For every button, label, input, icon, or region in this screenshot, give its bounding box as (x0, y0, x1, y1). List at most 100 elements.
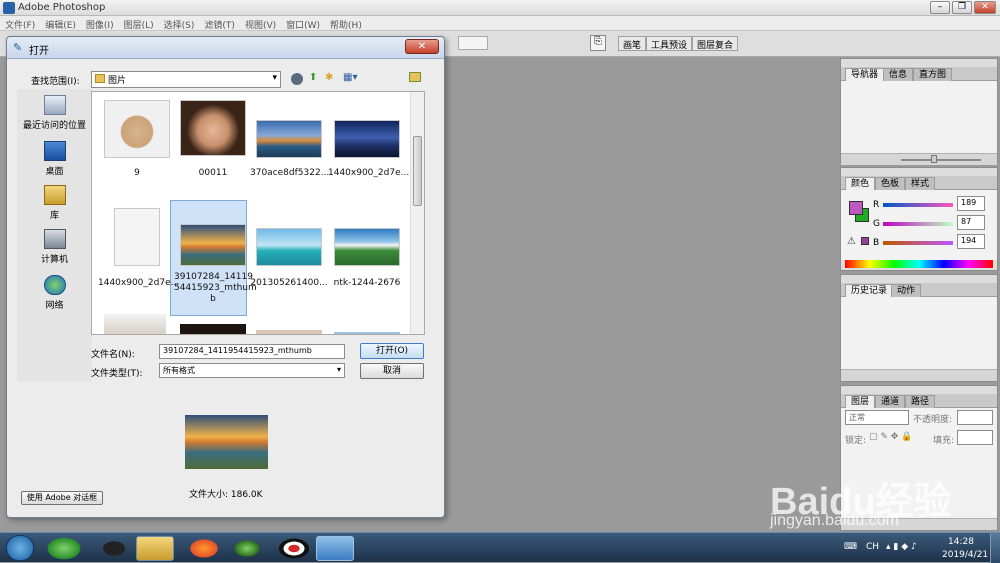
tab-layers[interactable]: 图层 (845, 395, 876, 408)
foreground-color-swatch[interactable] (849, 201, 863, 215)
file-thumb-ntk[interactable] (334, 228, 400, 266)
scrollbar-thumb[interactable] (413, 136, 422, 206)
file-thumb-partial-4[interactable] (334, 332, 400, 334)
maximize-button[interactable]: ❐ (952, 1, 972, 14)
palette-well-icon[interactable]: ⎘ (590, 35, 606, 51)
taskbar-firefox-icon[interactable] (185, 536, 223, 561)
library-icon (43, 185, 66, 205)
taskbar-record-icon[interactable] (275, 536, 313, 561)
navigator-preview (841, 81, 997, 153)
color-panel: 颜色 色板 样式 R 189 G 87 ⚠ B 194 (840, 167, 998, 271)
menu-layer[interactable]: 图层(L) (119, 16, 159, 31)
new-folder-icon[interactable]: ✱ (325, 72, 333, 83)
close-app-button[interactable]: ✕ (974, 1, 996, 14)
tray-icons[interactable]: ▴ ▮ ◆ ♪ (886, 542, 917, 552)
tab-swatches[interactable]: 色板 (875, 177, 906, 190)
channel-b-slider[interactable] (883, 241, 953, 245)
file-thumb-partial-1[interactable] (104, 314, 166, 334)
lock-icons[interactable]: ▢ ✎ ✥ 🔒 (869, 432, 912, 442)
computer-icon (43, 229, 66, 249)
filetype-select[interactable]: 所有格式 ▾ (159, 363, 345, 378)
menu-filter[interactable]: 滤镜(T) (199, 16, 240, 31)
taskbar-video-icon[interactable] (228, 536, 266, 561)
file-thumb-39107284[interactable] (180, 224, 246, 266)
place-library[interactable]: 库 (17, 185, 92, 221)
file-thumb-201305[interactable] (256, 228, 322, 266)
place-desktop[interactable]: 桌面 (17, 141, 92, 177)
file-blank-icon[interactable] (114, 208, 160, 266)
opacity-input[interactable] (957, 410, 993, 425)
taskbar-explorer-icon[interactable] (136, 536, 174, 561)
zoom-slider-handle[interactable] (931, 155, 937, 163)
history-tabs: 历史记录 动作 (841, 283, 997, 297)
taskbar-qq-icon[interactable] (95, 536, 133, 561)
tab-history[interactable]: 历史记录 (845, 284, 894, 297)
tab-styles[interactable]: 样式 (905, 177, 936, 190)
back-icon[interactable] (291, 73, 303, 85)
file-list-scrollbar[interactable] (410, 92, 424, 334)
lookin-select[interactable]: 图片 ▾ (91, 71, 281, 88)
file-thumb-9[interactable] (104, 100, 170, 158)
dock-tool-presets[interactable]: 工具预设 (646, 36, 693, 51)
gamut-swatch[interactable] (861, 237, 869, 245)
color-ramp[interactable] (845, 260, 993, 268)
taskbar-360-icon[interactable] (45, 536, 83, 561)
dock-layer-comps[interactable]: 图层复合 (692, 36, 739, 51)
up-folder-icon[interactable]: ⬆ (309, 72, 317, 83)
menu-file[interactable]: 文件(F) (0, 16, 40, 31)
folder-icon (95, 74, 105, 83)
start-button-icon[interactable] (6, 535, 34, 561)
open-dialog: ✎ 打开 ✕ 查找范围(I): 图片 ▾ ⬆ ✱ ▦▾ 最近访问的位置 桌面 库… (6, 36, 445, 518)
filetype-value: 所有格式 (163, 366, 195, 375)
menu-edit[interactable]: 编辑(E) (40, 16, 81, 31)
file-label-370ace: 370ace8df5322... (250, 168, 330, 178)
menu-image[interactable]: 图像(I) (81, 16, 119, 31)
view-menu-icon[interactable]: ▦▾ (343, 72, 357, 83)
tab-info[interactable]: 信息 (883, 68, 914, 81)
menu-view[interactable]: 视图(V) (240, 16, 281, 31)
tab-navigator[interactable]: 导航器 (845, 68, 885, 81)
folder-up-icon[interactable] (409, 72, 421, 82)
use-adobe-dialog-button[interactable]: 使用 Adobe 对话框 (21, 491, 103, 505)
channel-g-slider[interactable] (883, 222, 953, 226)
filename-input[interactable]: 39107284_1411954415923_mthumb (159, 344, 345, 359)
channel-r-slider[interactable] (883, 203, 953, 207)
cancel-button[interactable]: 取消 (360, 363, 424, 379)
tab-paths[interactable]: 路径 (905, 395, 936, 408)
minimize-button[interactable]: – (930, 1, 950, 14)
show-desktop-button[interactable] (990, 533, 1000, 563)
input-language[interactable]: CH (866, 542, 879, 552)
tab-color[interactable]: 颜色 (845, 177, 876, 190)
zoom-slider[interactable] (901, 159, 981, 161)
file-thumb-partial-3[interactable] (256, 330, 322, 334)
channel-r-value[interactable]: 189 (957, 196, 985, 211)
menu-window[interactable]: 窗口(W) (281, 16, 325, 31)
channel-g-value[interactable]: 87 (957, 215, 985, 230)
place-computer[interactable]: 计算机 (17, 229, 92, 265)
place-network[interactable]: 网络 (17, 275, 92, 311)
menu-help[interactable]: 帮助(H) (325, 16, 367, 31)
open-button[interactable]: 打开(O) (360, 343, 424, 359)
tab-actions[interactable]: 动作 (891, 284, 922, 297)
lookin-label: 查找范围(I): (31, 77, 80, 87)
channel-b-value[interactable]: 194 (957, 234, 985, 249)
file-thumb-1440-a[interactable] (334, 120, 400, 158)
tab-channels[interactable]: 通道 (875, 395, 906, 408)
taskbar-photoshop-icon[interactable] (316, 536, 354, 561)
place-recent[interactable]: 最近访问的位置 (17, 95, 92, 131)
keyboard-icon[interactable]: ⌨ (844, 542, 857, 552)
menu-select[interactable]: 选择(S) (159, 16, 200, 31)
file-thumb-00011[interactable] (180, 100, 246, 156)
network-icon (43, 275, 66, 295)
blend-mode-select[interactable]: 正常 (845, 410, 909, 425)
dialog-close-button[interactable]: ✕ (405, 39, 439, 54)
clock-date[interactable]: 2019/4/21 (942, 550, 988, 560)
dock-brushes[interactable]: 画笔 (618, 36, 647, 51)
options-field[interactable] (458, 36, 488, 50)
filename-label: 文件名(N): (91, 350, 135, 360)
file-thumb-partial-2[interactable] (180, 324, 246, 334)
fill-input[interactable] (957, 430, 993, 445)
clock-time[interactable]: 14:28 (948, 537, 974, 547)
file-thumb-370ace[interactable] (256, 120, 322, 158)
tab-histogram[interactable]: 直方图 (913, 68, 953, 81)
